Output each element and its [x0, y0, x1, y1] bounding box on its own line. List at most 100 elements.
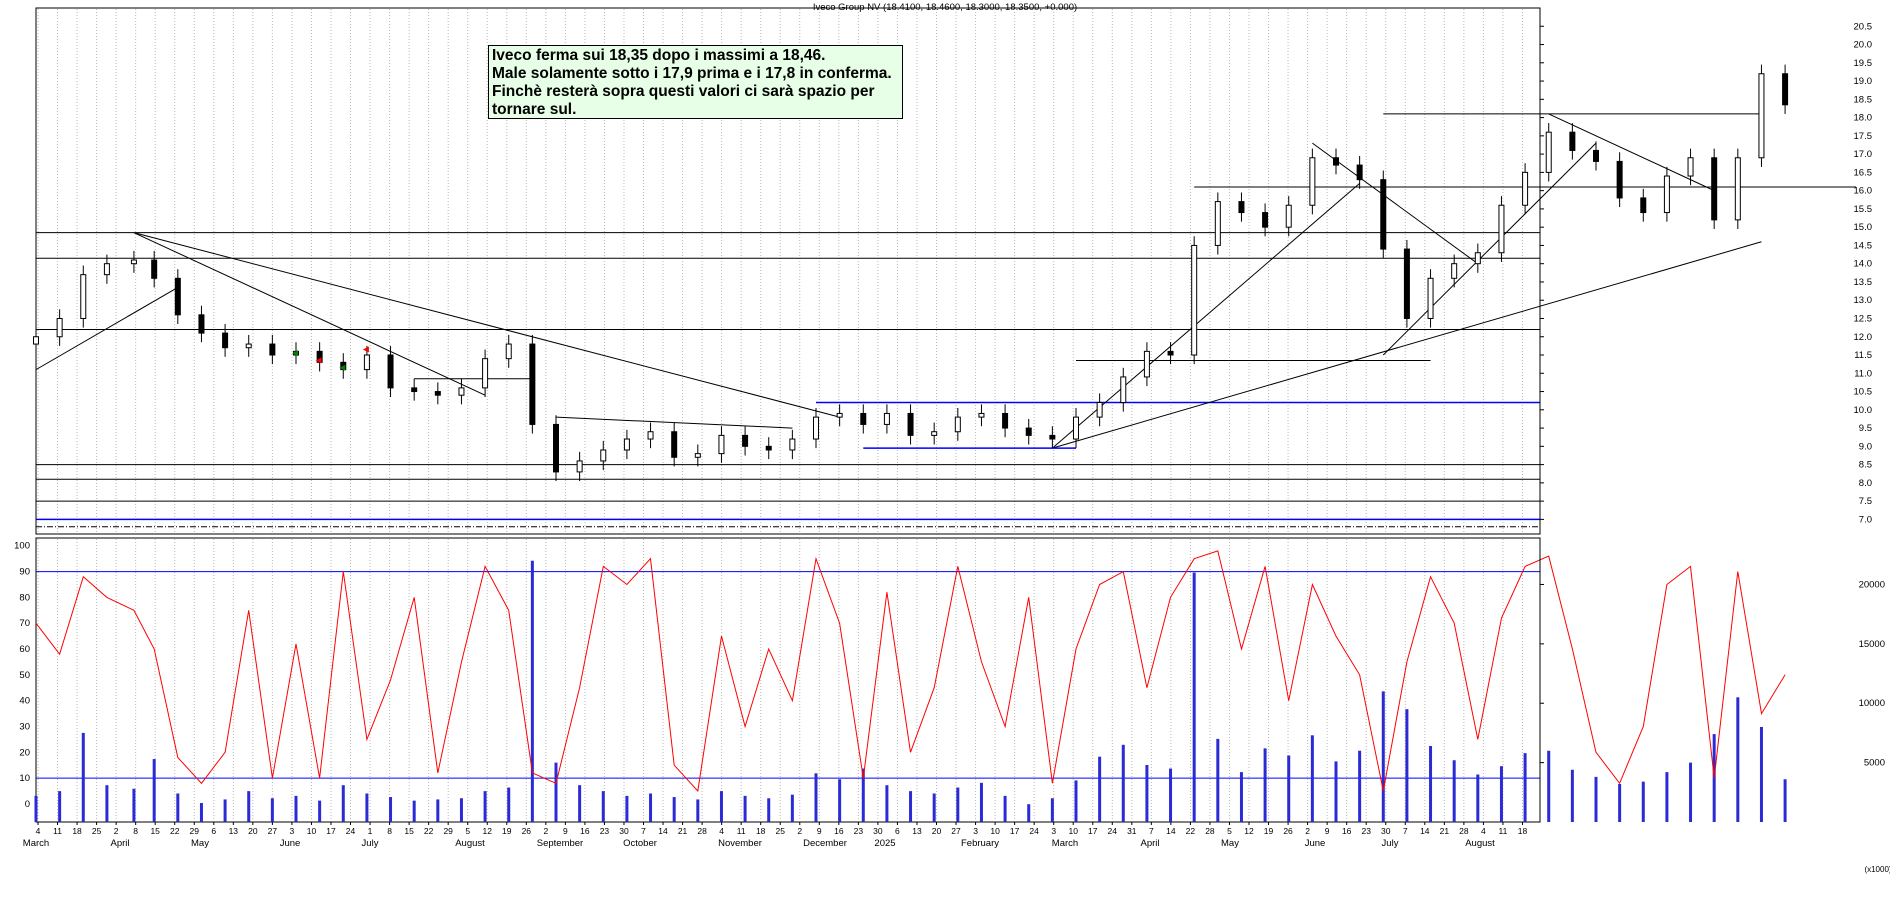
volume-bar: [1121, 744, 1125, 822]
x-axis-day-label: 14: [1420, 826, 1430, 836]
x-axis-day-label: 28: [697, 826, 707, 836]
x-axis-day-label: 3: [973, 826, 978, 836]
candle-body: [718, 434, 725, 455]
volume-bar: [814, 773, 818, 822]
x-axis-day-label: 11: [53, 826, 62, 836]
x-axis-day-label: 26: [1283, 826, 1293, 836]
candle-body: [1262, 212, 1269, 228]
candle-body: [1096, 402, 1103, 418]
candle-body: [1143, 350, 1150, 378]
x-axis-day-label: 14: [1166, 826, 1176, 836]
volume-bar: [152, 759, 156, 822]
osc-left-tick-label: 20: [19, 747, 30, 758]
price-y-tick-label: 11.5: [1854, 350, 1872, 361]
candle-body: [860, 412, 867, 425]
x-axis-day-label: 1: [368, 826, 373, 836]
x-axis-day-label: 22: [1186, 826, 1196, 836]
candle-body: [836, 412, 843, 418]
volume-bar: [247, 791, 251, 822]
x-axis-month-label: July: [1382, 838, 1399, 849]
price-y-tick-label: 18.5: [1854, 94, 1873, 105]
volume-bar: [1027, 804, 1031, 822]
osc-left-tick-label: 70: [19, 618, 30, 629]
volume-bar: [1570, 769, 1574, 822]
x-axis-day-label: 25: [92, 826, 102, 836]
x-axis-day-label: 3: [1051, 826, 1056, 836]
volume-bar: [1429, 745, 1433, 822]
price-y-tick-label: 15.5: [1854, 204, 1873, 215]
volume-bar: [625, 795, 629, 822]
x-axis-day-label: 22: [424, 826, 434, 836]
volume-bar: [1405, 709, 1409, 822]
x-axis-day-label: 5: [1227, 826, 1232, 836]
candle-body: [1238, 201, 1245, 214]
x-axis-day-label: 4: [36, 826, 41, 836]
x-axis-day-label: 28: [1205, 826, 1215, 836]
price-y-tick-label: 20.0: [1854, 40, 1873, 51]
price-y-tick-label: 14.5: [1854, 240, 1873, 251]
x-axis-day-label: 23: [854, 826, 864, 836]
x-axis-day-label: 19: [502, 826, 512, 836]
x-axis-day-label: 16: [834, 826, 844, 836]
x-axis-day-label: 15: [150, 826, 160, 836]
volume-bar: [1476, 774, 1480, 822]
candle-body: [1214, 201, 1221, 246]
price-y-tick-label: 17.0: [1854, 149, 1873, 160]
x-axis-day-label: 30: [1381, 826, 1391, 836]
candle-body: [1569, 131, 1576, 151]
x-axis-month-label: 2025: [874, 838, 895, 849]
candle-body: [80, 274, 87, 319]
candle-body: [1663, 175, 1670, 214]
footer-tag: (x1000): [1864, 865, 1890, 874]
candle-body: [1073, 416, 1079, 440]
x-axis-day-label: 25: [775, 826, 785, 836]
volume-bar: [1334, 761, 1338, 822]
x-axis-day-label: 14: [658, 826, 668, 836]
candle-body: [1616, 160, 1623, 199]
x-axis-day-label: 15: [404, 826, 414, 836]
candle-body: [411, 387, 418, 393]
volume-bar: [1098, 756, 1102, 822]
x-axis-month-label: November: [718, 838, 762, 849]
x-axis-month-label: July: [362, 838, 379, 849]
volume-bar: [1287, 755, 1291, 822]
x-axis-month-label: June: [1305, 838, 1326, 849]
candle-body: [1025, 427, 1032, 436]
candle-body: [458, 387, 465, 396]
x-axis-day-label: 16: [580, 826, 590, 836]
volume-bar: [1641, 781, 1645, 822]
x-axis-day-label: 12: [1244, 826, 1254, 836]
x-axis-day-label: 22: [170, 826, 180, 836]
x-axis-day-label: 10: [990, 826, 1000, 836]
candle-body: [482, 358, 489, 389]
price-y-tick-label: 10.5: [1854, 387, 1873, 398]
candle-body: [1309, 157, 1316, 206]
osc-left-tick-label: 90: [19, 567, 30, 578]
x-axis-day-label: 27: [951, 826, 961, 836]
chart-root: Iveco Group NV (18.4100, 18.4600, 18.300…: [0, 0, 1890, 903]
candle-body: [33, 336, 39, 345]
candle-body: [954, 416, 961, 433]
x-axis-day-label: 8: [387, 826, 392, 836]
volume-bar: [1358, 750, 1362, 822]
volume-bar: [507, 787, 511, 822]
price-y-tick-label: 10.0: [1854, 405, 1873, 416]
candle-body: [363, 354, 370, 371]
candle-body: [222, 332, 229, 349]
volume-bar: [1003, 795, 1007, 822]
osc-left-tick-label: 0: [25, 799, 30, 810]
price-y-tick-label: 15.0: [1854, 222, 1873, 233]
candle-body: [978, 412, 985, 418]
candle-body: [623, 438, 630, 451]
x-axis-day-label: 20: [248, 826, 258, 836]
volume-bar: [530, 560, 534, 822]
oscillator-pane-frame: [35, 537, 1541, 823]
candle-body: [198, 314, 205, 334]
volume-bar: [294, 795, 298, 822]
x-axis-day-label: 24: [1108, 826, 1118, 836]
candle-body: [1711, 157, 1718, 221]
volume-bar: [1050, 798, 1054, 822]
candle-body: [174, 277, 181, 316]
volume-bar: [58, 791, 62, 822]
volume-bar: [389, 797, 393, 822]
